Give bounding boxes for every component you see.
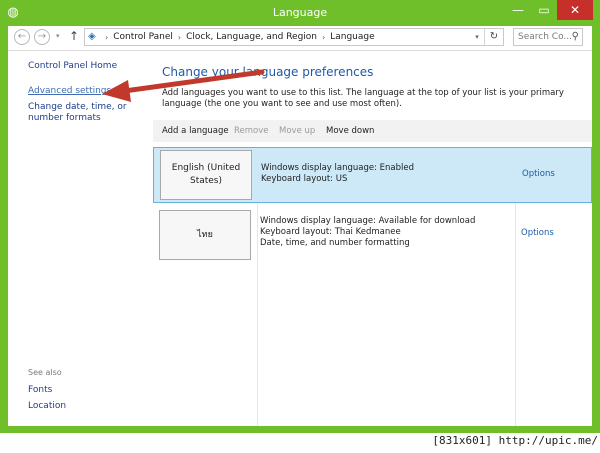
sidebar: Control Panel Home Advanced settings Cha… [28,50,156,426]
control-panel-home-link[interactable]: Control Panel Home [28,61,117,72]
breadcrumb-clock-language-region[interactable]: Clock, Language, and Region [186,32,317,42]
see-also-heading: See also [28,368,62,377]
remove-button[interactable]: Remove [234,126,269,136]
address-dropdown-icon[interactable]: ▾ [471,29,483,45]
language-tile[interactable]: ไทย [159,210,251,260]
page-title: Change your language preferences [162,65,374,79]
control-panel-icon: ◈ [88,31,96,42]
breadcrumb-separator-icon: › [177,32,182,42]
breadcrumb-separator-icon: › [105,32,109,42]
address-bar: ← → ▾ ↑ ◈ › Control Panel › Clock, Langu… [8,26,592,51]
maximize-button[interactable]: ▭ [531,0,557,20]
language-toolbar: Add a language Remove Move up Move down [153,120,592,142]
close-button[interactable]: ✕ [557,0,593,20]
up-button[interactable]: ↑ [69,29,79,43]
watermark: [831x601] http://upic.me/ [432,434,598,447]
add-language-button[interactable]: Add a language [162,126,229,136]
recent-locations-dropdown[interactable]: ▾ [56,32,60,40]
page-description: Add languages you want to use to this li… [162,88,564,109]
location-link[interactable]: Location [28,401,66,412]
search-icon[interactable]: ⚲ [572,29,579,45]
search-placeholder: Search Co... [518,32,572,42]
refresh-button[interactable]: ↻ [484,29,503,45]
minimize-button[interactable]: — [505,0,531,20]
language-row-thai[interactable]: ไทย Windows display language: Available … [153,207,592,263]
keyboard-layout: Keyboard layout: US [261,174,348,184]
keyboard-layout: Keyboard layout: Thai Kedmanee [260,227,401,237]
language-row-english[interactable]: English (United States) Windows display … [153,147,592,203]
breadcrumb-separator-icon: › [322,32,326,42]
fonts-link[interactable]: Fonts [28,385,52,396]
formatting-note: Date, time, and number formatting [260,238,410,248]
language-details: Windows display language: Enabled Keyboa… [261,163,414,185]
client-area: ← → ▾ ↑ ◈ › Control Panel › Clock, Langu… [8,26,592,426]
breadcrumb-language[interactable]: Language [330,32,374,42]
search-input[interactable]: Search Co... ⚲ [513,28,583,46]
display-language-status: Windows display language: Available for … [260,216,476,226]
breadcrumb-control-panel[interactable]: Control Panel [113,32,173,42]
move-down-button[interactable]: Move down [326,126,374,136]
forward-button[interactable]: → [34,29,50,45]
options-link[interactable]: Options [521,228,554,238]
language-tile[interactable]: English (United States) [160,150,252,200]
move-up-button[interactable]: Move up [279,126,315,136]
options-link[interactable]: Options [522,169,555,179]
display-language-status: Windows display language: Enabled [261,163,415,173]
address-field[interactable]: ◈ › Control Panel › Clock, Language, and… [84,28,504,46]
title-bar[interactable]: ◍ Language — ▭ ✕ [0,0,600,26]
language-window: ◍ Language — ▭ ✕ ← → ▾ ↑ ◈ › Control Pan… [0,0,600,433]
advanced-settings-link[interactable]: Advanced settings [28,86,111,97]
language-details: Windows display language: Available for … [260,216,475,249]
back-button[interactable]: ← [14,29,30,45]
change-formats-link[interactable]: Change date, time, or number formats [28,102,153,124]
main-content: Change your language preferences Add lan… [153,50,592,426]
